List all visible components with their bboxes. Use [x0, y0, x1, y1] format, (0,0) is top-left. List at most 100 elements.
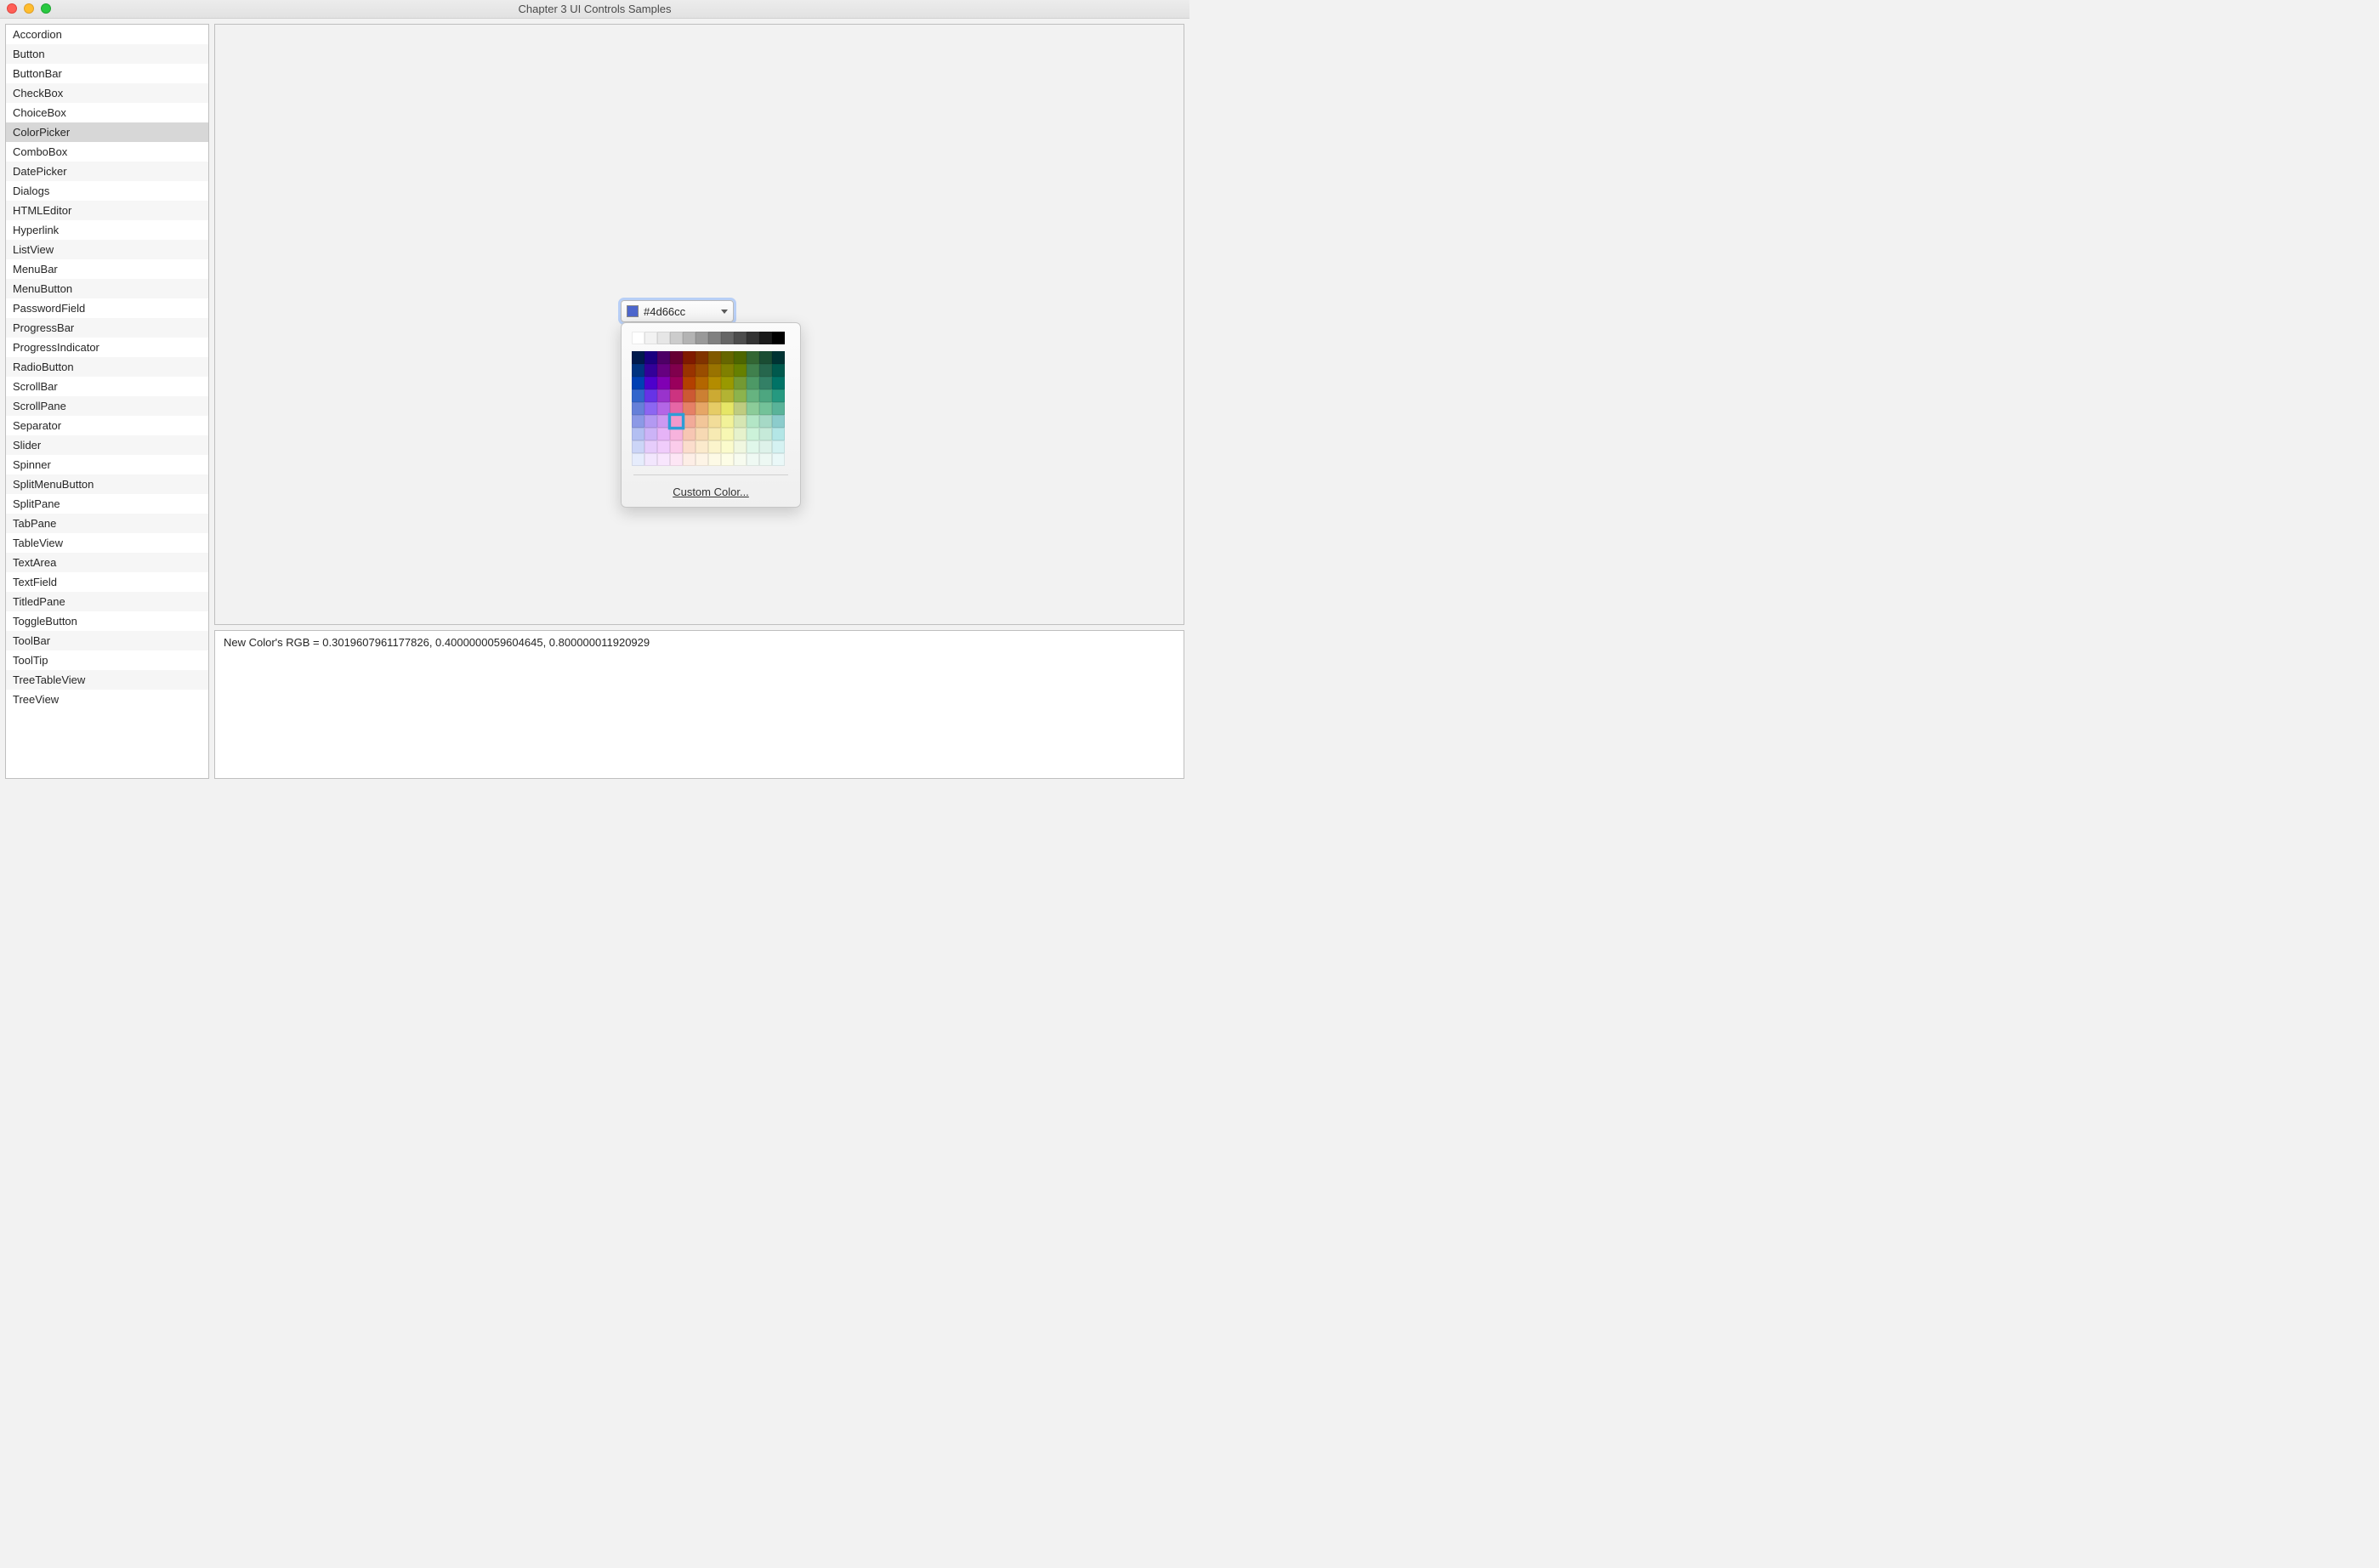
color-swatch[interactable]: [632, 440, 644, 453]
color-swatch[interactable]: [747, 428, 759, 440]
sidebar-item-tableview[interactable]: TableView: [6, 533, 208, 553]
sidebar-item-treeview[interactable]: TreeView: [6, 690, 208, 709]
custom-color-link[interactable]: Custom Color...: [632, 482, 790, 500]
color-swatch[interactable]: [708, 351, 721, 364]
sidebar-item-menubutton[interactable]: MenuButton: [6, 279, 208, 298]
color-swatch[interactable]: [759, 415, 772, 428]
color-swatch[interactable]: [683, 389, 696, 402]
color-swatch[interactable]: [657, 351, 670, 364]
color-swatch[interactable]: [759, 453, 772, 466]
color-swatch[interactable]: [772, 351, 785, 364]
color-swatch[interactable]: [644, 402, 657, 415]
color-swatch[interactable]: [708, 402, 721, 415]
color-swatch[interactable]: [708, 453, 721, 466]
color-swatch[interactable]: [644, 332, 657, 344]
color-swatch[interactable]: [657, 364, 670, 377]
color-swatch[interactable]: [632, 351, 644, 364]
sidebar-item-radiobutton[interactable]: RadioButton: [6, 357, 208, 377]
color-swatch[interactable]: [632, 402, 644, 415]
sidebar-item-textarea[interactable]: TextArea: [6, 553, 208, 572]
close-icon[interactable]: [7, 3, 17, 14]
color-swatch[interactable]: [759, 364, 772, 377]
color-swatch[interactable]: [670, 332, 683, 344]
sidebar-item-toolbar[interactable]: ToolBar: [6, 631, 208, 650]
color-swatch[interactable]: [696, 364, 708, 377]
color-swatch[interactable]: [772, 402, 785, 415]
color-swatch[interactable]: [721, 351, 734, 364]
color-swatch[interactable]: [721, 440, 734, 453]
color-swatch[interactable]: [708, 415, 721, 428]
color-swatch[interactable]: [696, 428, 708, 440]
color-swatch[interactable]: [772, 389, 785, 402]
color-swatch[interactable]: [759, 332, 772, 344]
sidebar-item-spinner[interactable]: Spinner: [6, 455, 208, 474]
color-swatch[interactable]: [747, 389, 759, 402]
color-swatch[interactable]: [644, 440, 657, 453]
color-swatch[interactable]: [657, 332, 670, 344]
color-swatch[interactable]: [696, 440, 708, 453]
color-swatch[interactable]: [734, 351, 747, 364]
sidebar-item-progressindicator[interactable]: ProgressIndicator: [6, 338, 208, 357]
color-swatch[interactable]: [670, 440, 683, 453]
color-swatch[interactable]: [747, 351, 759, 364]
color-swatch[interactable]: [632, 415, 644, 428]
color-swatch[interactable]: [670, 389, 683, 402]
color-swatch[interactable]: [696, 415, 708, 428]
color-swatch[interactable]: [747, 332, 759, 344]
color-swatch[interactable]: [772, 332, 785, 344]
color-swatch[interactable]: [644, 453, 657, 466]
sidebar-item-tabpane[interactable]: TabPane: [6, 514, 208, 533]
color-swatch[interactable]: [708, 364, 721, 377]
sidebar-item-htmleditor[interactable]: HTMLEditor: [6, 201, 208, 220]
color-swatch[interactable]: [657, 440, 670, 453]
color-swatch[interactable]: [683, 440, 696, 453]
color-swatch[interactable]: [683, 364, 696, 377]
sidebar-item-textfield[interactable]: TextField: [6, 572, 208, 592]
color-swatch[interactable]: [632, 364, 644, 377]
color-swatch[interactable]: [721, 389, 734, 402]
color-swatch[interactable]: [632, 428, 644, 440]
color-swatch[interactable]: [657, 389, 670, 402]
sidebar-item-treetableview[interactable]: TreeTableView: [6, 670, 208, 690]
sidebar-item-slider[interactable]: Slider: [6, 435, 208, 455]
sidebar-item-button[interactable]: Button: [6, 44, 208, 64]
color-swatch[interactable]: [734, 389, 747, 402]
sidebar-item-titledpane[interactable]: TitledPane: [6, 592, 208, 611]
color-swatch[interactable]: [759, 389, 772, 402]
color-swatch[interactable]: [670, 453, 683, 466]
color-swatch[interactable]: [657, 453, 670, 466]
controls-list[interactable]: AccordionButtonButtonBarCheckBoxChoiceBo…: [5, 24, 209, 779]
color-swatch[interactable]: [669, 414, 684, 429]
color-swatch[interactable]: [683, 332, 696, 344]
color-swatch[interactable]: [734, 440, 747, 453]
color-swatch[interactable]: [747, 415, 759, 428]
color-swatch[interactable]: [683, 402, 696, 415]
sidebar-item-checkbox[interactable]: CheckBox: [6, 83, 208, 103]
color-swatch[interactable]: [772, 428, 785, 440]
sidebar-item-splitmenubutton[interactable]: SplitMenuButton: [6, 474, 208, 494]
color-swatch[interactable]: [644, 389, 657, 402]
sidebar-item-menubar[interactable]: MenuBar: [6, 259, 208, 279]
color-swatch[interactable]: [644, 364, 657, 377]
color-swatch[interactable]: [696, 332, 708, 344]
color-swatch[interactable]: [657, 415, 670, 428]
color-swatch[interactable]: [772, 377, 785, 389]
color-swatch[interactable]: [747, 440, 759, 453]
color-swatch[interactable]: [644, 377, 657, 389]
color-swatch[interactable]: [683, 377, 696, 389]
sidebar-item-hyperlink[interactable]: Hyperlink: [6, 220, 208, 240]
color-swatch[interactable]: [772, 440, 785, 453]
color-swatch[interactable]: [708, 377, 721, 389]
color-swatch[interactable]: [772, 415, 785, 428]
color-swatch[interactable]: [644, 428, 657, 440]
sidebar-item-splitpane[interactable]: SplitPane: [6, 494, 208, 514]
color-swatch[interactable]: [734, 364, 747, 377]
color-swatch[interactable]: [657, 428, 670, 440]
color-swatch[interactable]: [734, 415, 747, 428]
color-swatch[interactable]: [708, 389, 721, 402]
color-swatch[interactable]: [747, 364, 759, 377]
color-swatch[interactable]: [759, 402, 772, 415]
sidebar-item-choicebox[interactable]: ChoiceBox: [6, 103, 208, 122]
color-swatch[interactable]: [759, 351, 772, 364]
color-swatch[interactable]: [721, 377, 734, 389]
